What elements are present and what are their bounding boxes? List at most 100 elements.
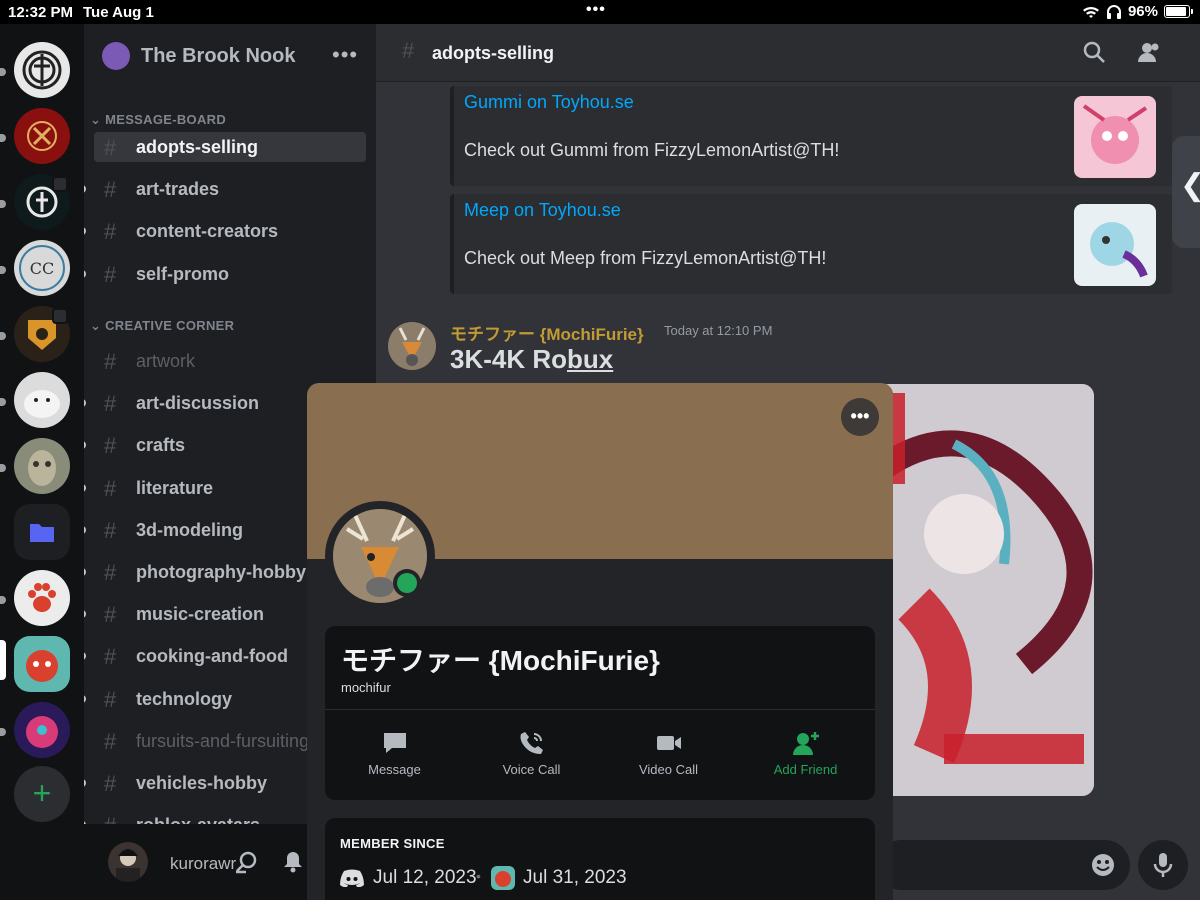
video-call-button-label: Video Call [638, 762, 699, 777]
headphones-icon [1106, 4, 1121, 19]
add-friend-button[interactable]: Add Friend [737, 722, 874, 788]
profile-card: モチファー {MochiFurie} mochifur Message Voic… [325, 626, 875, 800]
discord-logo-icon [340, 869, 364, 887]
channel-hash-icon: # [104, 771, 117, 796]
channel-name: content-creators [136, 221, 279, 241]
server-folder[interactable] [14, 504, 70, 560]
channel-name: cooking-and-food [136, 646, 288, 666]
category-message-board[interactable]: ⌄ MESSAGE-BOARD [90, 112, 226, 128]
channel-name: self-promo [136, 264, 230, 284]
battery-fill [1166, 7, 1186, 16]
message-button[interactable]: Message [326, 722, 463, 788]
bell-icon[interactable] [282, 850, 304, 874]
embed-title-link[interactable]: Meep on Toyhou.se [464, 200, 621, 221]
server-icon-paw[interactable] [14, 570, 70, 626]
channel-name: technology [136, 689, 233, 709]
unread-indicator [84, 695, 86, 703]
message-composer[interactable] [876, 840, 1130, 890]
server-icon-hamster[interactable] [14, 372, 70, 428]
guild-header[interactable]: The Brook Nook ••• [84, 24, 376, 84]
profile-more-button[interactable]: ••• [841, 398, 879, 436]
channel-hash-icon: # [104, 177, 117, 202]
channel-hash-icon: # [104, 262, 117, 287]
microphone-button[interactable] [1138, 840, 1188, 890]
chat-header: # adopts-selling [376, 24, 1200, 82]
chevron-left-icon[interactable]: ❮ [1172, 136, 1200, 248]
guild-name: The Brook Nook [141, 45, 296, 67]
folder-icon [30, 524, 54, 542]
unread-indicator [84, 568, 86, 576]
user-avatar[interactable] [108, 842, 148, 882]
server-unread-pip [0, 596, 6, 604]
channel-name: art-discussion [136, 393, 260, 413]
meep-thumbnail-image [1074, 204, 1156, 286]
server-icon-pink-creature[interactable] [14, 702, 70, 758]
online-status-indicator [393, 569, 421, 597]
channel-hash-icon: # [104, 560, 117, 585]
unread-indicator [84, 399, 86, 407]
unread-indicator [84, 484, 86, 492]
channel-item-content-creators[interactable]: # content-creators [84, 216, 366, 246]
user-profile-sheet: ••• モチファー {MochiFurie} mochifur Message … [307, 383, 893, 900]
paw-print-icon [28, 583, 56, 612]
server-icon-emblem[interactable] [14, 108, 70, 164]
embed-thumbnail[interactable] [1074, 204, 1156, 286]
deer-avatar-image [388, 322, 436, 370]
battery-icon [1164, 5, 1193, 18]
channel-item-artwork[interactable]: # artwork [94, 346, 366, 376]
server-icon-creature[interactable] [14, 438, 70, 494]
channel-name: artwork [136, 351, 196, 371]
message-author-name[interactable]: モチファー {MochiFurie} [450, 320, 644, 345]
server-unread-pip [0, 398, 6, 406]
unread-indicator [84, 652, 86, 660]
server-icon-communion[interactable]: CC [14, 240, 70, 296]
channel-name: crafts [136, 435, 186, 455]
unread-indicator [84, 227, 86, 235]
server-icon-cross[interactable] [14, 42, 70, 98]
microphone-icon [1153, 853, 1173, 877]
status-bar: 12:32 PM Tue Aug 1 ••• 96% [0, 0, 1200, 24]
user-name: kurorawr [170, 854, 237, 873]
search-icon[interactable] [1082, 40, 1106, 64]
channel-name: 3d-modeling [136, 520, 243, 540]
server-selected-pip [0, 640, 6, 680]
message-author-avatar[interactable] [388, 322, 436, 370]
message-text-underlined: bux [567, 344, 614, 374]
channel-hash-icon: # [104, 518, 117, 543]
guild-more-icon[interactable]: ••• [332, 42, 358, 68]
pink-creature-icon [26, 716, 58, 748]
channel-item-adopts-selling[interactable]: # adopts-selling [94, 132, 366, 162]
channel-name: literature [136, 478, 214, 498]
add-friend-icon [792, 732, 819, 755]
message-timestamp: Today at 12:10 PM [664, 323, 773, 338]
embed-thumbnail[interactable] [1074, 96, 1156, 178]
server-unread-pip [0, 464, 6, 472]
creature-face-icon [28, 450, 56, 486]
video-call-button[interactable]: Video Call [600, 722, 737, 788]
search-icon[interactable] [234, 850, 260, 874]
server-icon-brook-nook[interactable] [14, 636, 70, 692]
add-server-button[interactable]: + [14, 766, 70, 822]
profile-username: mochifur [341, 680, 391, 695]
video-camera-icon [656, 736, 681, 750]
unread-indicator [84, 441, 86, 449]
category-creative-corner[interactable]: ⌄ CREATIVE CORNER [90, 318, 234, 334]
server-unread-pip [0, 728, 6, 736]
embed-title-link[interactable]: Gummi on Toyhou.se [464, 92, 634, 113]
channel-item-self-promo[interactable]: # self-promo [84, 259, 366, 289]
user-avatar-image [116, 849, 140, 882]
voice-call-button[interactable]: Voice Call [463, 722, 600, 788]
embed-description: Check out Meep from FizzyLemonArtist@TH! [464, 248, 827, 268]
status-indicators: 96% [1082, 3, 1193, 20]
phone-icon [520, 732, 543, 754]
channel-hash-icon: # [104, 433, 117, 458]
multitasking-dots[interactable]: ••• [586, 1, 606, 19]
channel-name: fursuits-and-fursuiting [136, 731, 310, 751]
chevron-down-icon: ⌄ [90, 112, 106, 127]
channel-hash-icon: # [104, 135, 117, 160]
channel-item-art-trades[interactable]: # art-trades [84, 174, 366, 204]
profile-avatar[interactable] [325, 501, 435, 611]
members-icon[interactable] [1136, 40, 1162, 64]
communion-logo-icon: CC [19, 245, 65, 291]
emoji-icon[interactable] [1090, 852, 1116, 878]
